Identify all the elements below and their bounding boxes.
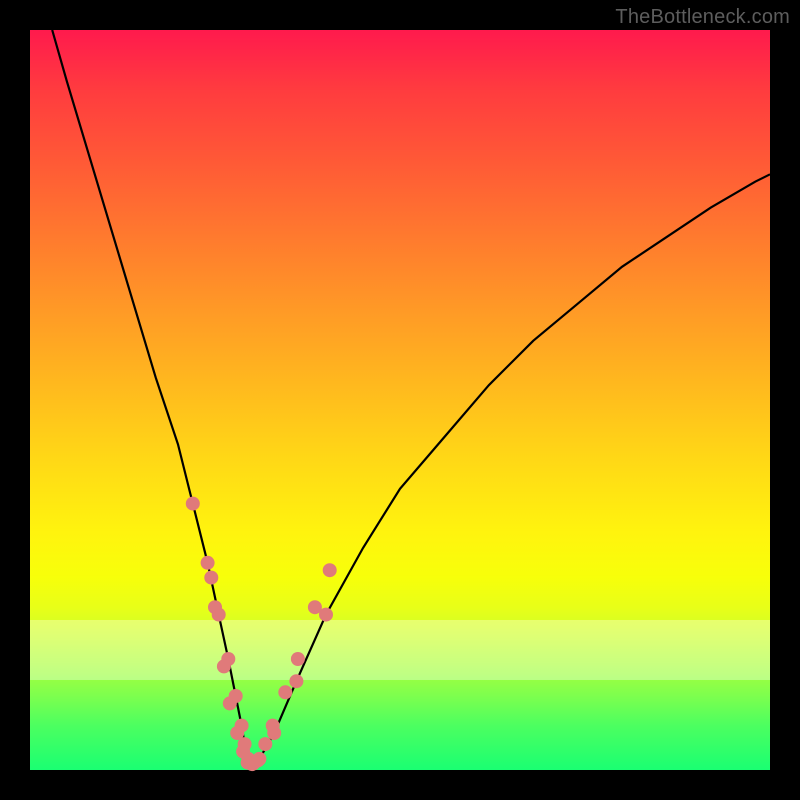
curve-marker	[186, 497, 200, 511]
curve-markers	[186, 497, 337, 771]
curve-marker	[308, 600, 322, 614]
curve-marker	[289, 674, 303, 688]
curve-marker	[251, 753, 265, 767]
curve-marker	[278, 685, 292, 699]
curve-marker	[204, 571, 218, 585]
watermark-text: TheBottleneck.com	[615, 6, 790, 29]
curve-marker	[266, 719, 280, 733]
curve-marker	[323, 563, 337, 577]
curve-marker	[291, 652, 305, 666]
curve-marker	[230, 726, 244, 740]
curve-marker	[208, 600, 222, 614]
curve-marker	[217, 659, 231, 673]
bottleneck-curve	[52, 30, 770, 764]
curve-marker	[258, 737, 272, 751]
curve-marker	[201, 556, 215, 570]
curve-layer	[30, 30, 770, 770]
curve-marker	[223, 696, 237, 710]
chart-frame: TheBottleneck.com	[0, 0, 800, 800]
